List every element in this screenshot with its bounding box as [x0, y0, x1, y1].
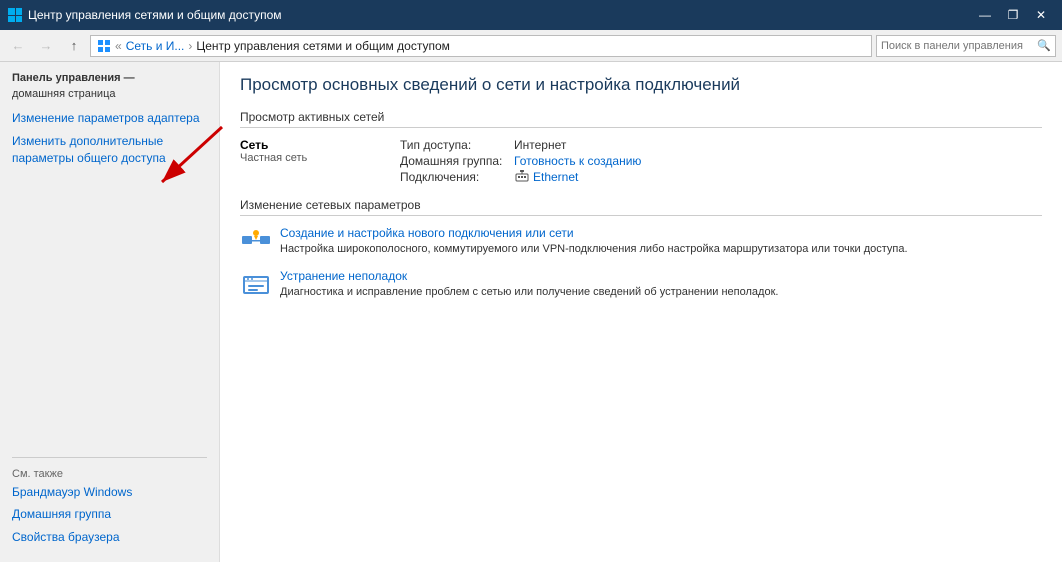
sidebar-link-adapter[interactable]: Изменение параметров адаптера [12, 110, 207, 127]
content-area: Просмотр основных сведений о сети и наст… [220, 62, 1062, 562]
title-bar: Центр управления сетями и общим доступом… [0, 0, 1062, 30]
sidebar-link-browser[interactable]: Свойства браузера [12, 529, 207, 546]
network-info: Тип доступа: Интернет Домашняя группа: Г… [400, 138, 641, 184]
sidebar-section-title: Панель управления — [12, 72, 207, 84]
title-bar-left: Центр управления сетями и общим доступом [8, 8, 282, 22]
sidebar-also: См. также Брандмауэр Windows Домашняя гр… [12, 457, 207, 552]
connections-label: Подключения: [400, 170, 510, 184]
search-icon: 🔍 [1037, 39, 1051, 52]
breadcrumb-arrow: › [188, 39, 192, 53]
settings-text-1: Создание и настройка нового подключения … [280, 226, 908, 257]
new-connection-desc: Настройка широкополосного, коммутируемог… [280, 242, 908, 257]
home-group-label: Домашняя группа: [400, 154, 510, 168]
title-bar-controls: — ❐ ✕ [972, 5, 1054, 25]
sidebar-link-firewall[interactable]: Брандмауэр Windows [12, 484, 207, 501]
title-bar-title: Центр управления сетями и общим доступом [28, 8, 282, 22]
back-button[interactable]: ← [6, 34, 30, 58]
app-icon [8, 8, 22, 22]
ethernet-icon [514, 170, 530, 184]
control-panel-icon [97, 39, 111, 53]
change-settings-header: Изменение сетевых параметров [240, 198, 1042, 216]
search-input[interactable] [881, 40, 1034, 52]
network-type: Частная сеть [240, 152, 400, 164]
breadcrumb-separator: « [115, 39, 122, 53]
breadcrumb-part2: Центр управления сетями и общим доступом [196, 39, 450, 53]
sidebar-link-homegroup[interactable]: Домашняя группа [12, 506, 207, 523]
breadcrumb-part1[interactable]: Сеть и И... [126, 39, 185, 53]
minimize-button[interactable]: — [972, 5, 998, 25]
active-networks-header: Просмотр активных сетей [240, 110, 1042, 128]
close-button[interactable]: ✕ [1028, 5, 1054, 25]
troubleshoot-icon [240, 271, 272, 299]
home-group-link[interactable]: Готовность к созданию [514, 154, 641, 168]
settings-item-new-connection: Создание и настройка нового подключения … [240, 226, 1042, 257]
sidebar-also-title: См. также [12, 468, 207, 480]
network-name-block: Сеть Частная сеть [240, 138, 400, 164]
settings-text-2: Устранение неполадок Диагностика и испра… [280, 269, 778, 300]
active-networks: Сеть Частная сеть Тип доступа: Интернет … [240, 138, 1042, 184]
address-bar: ← → ↑ « Сеть и И... › Центр управления с… [0, 30, 1062, 62]
main-layout: Панель управления — домашняя страница Из… [0, 62, 1062, 562]
access-type-label: Тип доступа: [400, 138, 510, 152]
troubleshoot-link[interactable]: Устранение неполадок [280, 269, 778, 283]
page-title: Просмотр основных сведений о сети и наст… [240, 74, 1042, 96]
up-button[interactable]: ↑ [62, 34, 86, 58]
address-breadcrumb[interactable]: « Сеть и И... › Центр управления сетями … [90, 35, 872, 57]
maximize-button[interactable]: ❐ [1000, 5, 1026, 25]
ethernet-label: Ethernet [533, 170, 578, 184]
sidebar: Панель управления — домашняя страница Из… [0, 62, 220, 562]
sidebar-subtitle: домашняя страница [12, 88, 207, 100]
search-box[interactable]: 🔍 [876, 35, 1056, 57]
new-connection-icon [240, 228, 272, 256]
forward-button[interactable]: → [34, 34, 58, 58]
sidebar-link-sharing[interactable]: Изменить дополнительные параметры общего… [12, 133, 207, 167]
new-connection-link[interactable]: Создание и настройка нового подключения … [280, 226, 908, 240]
settings-item-troubleshoot: Устранение неполадок Диагностика и испра… [240, 269, 1042, 300]
network-name: Сеть [240, 138, 400, 152]
access-type-value: Интернет [514, 138, 641, 152]
ethernet-link[interactable]: Ethernet [514, 170, 641, 184]
troubleshoot-desc: Диагностика и исправление проблем с сеть… [280, 285, 778, 300]
